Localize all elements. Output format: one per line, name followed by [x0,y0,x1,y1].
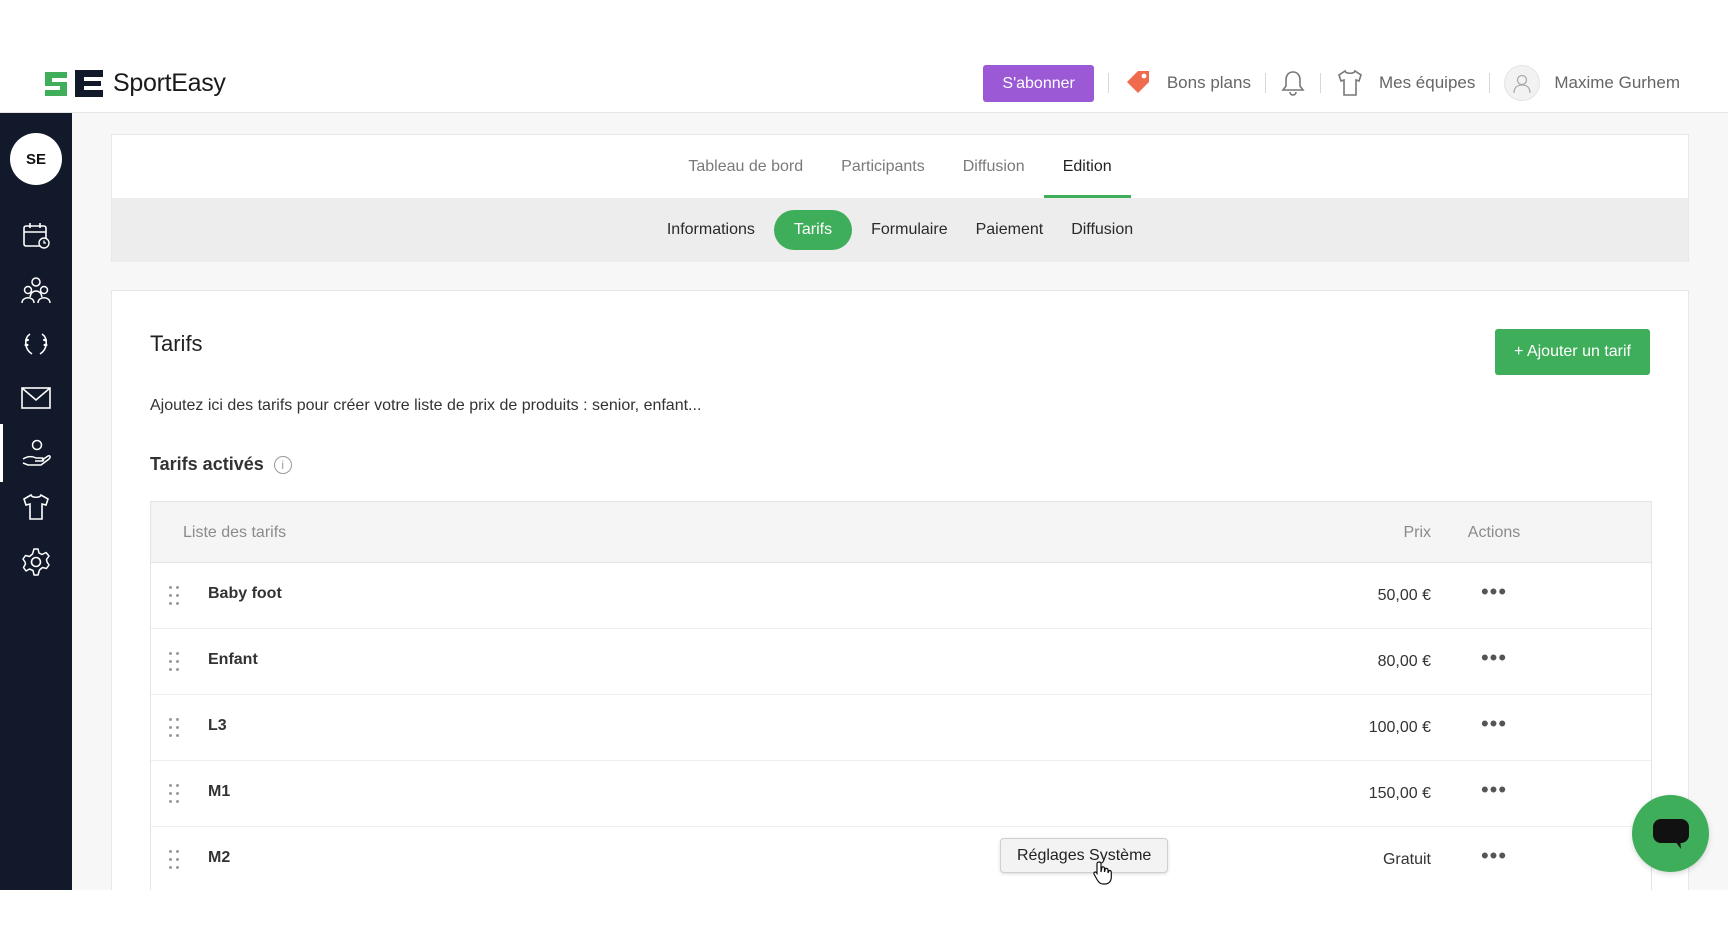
shirt-icon [23,493,49,520]
hand-cursor-icon [1093,861,1112,885]
chat-bubble-icon [1652,818,1689,849]
members-icon [21,277,51,304]
tarif-name: L3 [208,717,227,734]
subtab-diffusion[interactable]: Diffusion [1062,210,1142,250]
subtab-formulaire[interactable]: Formulaire [862,210,956,250]
edition-subtabs: Informations Tarifs Formulaire Paiement … [112,198,1688,262]
club-logo[interactable]: SE [10,133,62,185]
deals-label: Bons plans [1166,73,1251,92]
left-sidebar: SE [0,113,72,890]
tarif-name: Baby foot [208,585,282,602]
page-title: Tarifs [150,331,203,356]
table-row: Baby foot 50,00 € ••• [151,563,1651,629]
shirt-icon [1335,68,1365,98]
subtab-informations[interactable]: Informations [658,210,764,250]
drag-handle-icon[interactable] [169,718,181,738]
notifications-button[interactable] [1280,69,1306,97]
chat-support-button[interactable] [1632,795,1709,872]
sidebar-item-competitions[interactable] [0,315,72,373]
section-title: Tarifs activés i [150,454,292,475]
trophy-laurel-icon [24,333,48,355]
tab-dashboard[interactable]: Tableau de bord [669,135,822,198]
bottom-blank-area [0,890,1728,948]
deals-link[interactable]: Bons plans [1123,68,1251,98]
app-frame: SportEasy S'abonner Bons plans Mes équip… [0,0,1728,948]
main-tabs: Tableau de bord Participants Diffusion E… [112,135,1688,198]
sidebar-item-equipment[interactable] [0,478,72,536]
row-actions-menu-icon[interactable]: ••• [1451,843,1537,869]
table-header: Liste des tarifs Prix Actions [151,502,1651,563]
drag-handle-icon[interactable] [169,850,181,870]
settings-gear-icon [22,548,50,576]
tarif-name: Enfant [208,651,258,668]
sidebar-item-messages[interactable] [0,369,72,427]
hand-user-icon [22,439,51,466]
tarif-price: 100,00 € [1368,719,1431,736]
column-header-name: Liste des tarifs [183,524,287,541]
sidebar-item-registrations[interactable] [0,424,72,482]
add-tarif-button[interactable]: + Ajouter un tarif [1495,329,1650,375]
tarif-price: Gratuit [1382,851,1431,868]
main-content: Tableau de bord Participants Diffusion E… [72,113,1728,890]
calendar-icon [23,223,50,249]
column-header-actions: Actions [1467,524,1521,541]
user-avatar-icon [1504,65,1541,101]
tarif-price: 80,00 € [1377,653,1431,670]
tarif-name: M1 [208,783,231,800]
sidebar-item-members[interactable] [0,261,72,319]
tarif-price: 150,00 € [1368,785,1431,802]
user-name: Maxime Gurhem [1554,73,1680,92]
sporteasy-logo[interactable]: SportEasy [43,66,226,100]
system-settings-tooltip: Réglages Système [1000,838,1169,873]
tab-diffusion[interactable]: Diffusion [944,135,1044,198]
tarif-price: 50,00 € [1377,587,1431,604]
subtab-tarifs[interactable]: Tarifs [773,210,853,250]
teams-link[interactable]: Mes équipes [1335,68,1475,98]
top-header: SportEasy S'abonner Bons plans Mes équip… [0,0,1728,113]
divider [1319,73,1321,93]
tarifs-description: Ajoutez ici des tarifs pour créer votre … [150,397,702,414]
event-tabs-card: Tableau de bord Participants Diffusion E… [111,134,1689,262]
row-actions-menu-icon[interactable]: ••• [1451,579,1537,605]
sidebar-item-calendar[interactable] [0,206,72,264]
tarifs-card: Tarifs + Ajouter un tarif Ajoutez ici de… [111,290,1689,890]
tab-participants[interactable]: Participants [822,135,944,198]
row-actions-menu-icon[interactable]: ••• [1451,645,1537,671]
drag-handle-icon[interactable] [169,586,181,606]
drag-handle-icon[interactable] [169,652,181,672]
info-icon[interactable]: i [273,455,292,474]
subscribe-button[interactable]: S'abonner [983,64,1094,102]
divider [1264,73,1266,93]
bell-icon [1280,69,1306,97]
drag-handle-icon[interactable] [169,784,181,804]
row-actions-menu-icon[interactable]: ••• [1451,711,1537,737]
table-row: L3 100,00 € ••• [151,695,1651,761]
price-tag-icon [1123,68,1153,98]
divider [1489,73,1491,93]
header-actions: S'abonner Bons plans Mes équipes Maxime … [983,64,1680,102]
sporteasy-logo-mark [45,70,103,97]
table-row: M1 150,00 € ••• [151,761,1651,827]
tarifs-table: Liste des tarifs Prix Actions Baby foot … [150,501,1652,890]
tab-edition[interactable]: Edition [1043,135,1131,198]
club-logo-text: SE [25,150,46,168]
row-actions-menu-icon[interactable]: ••• [1451,777,1537,803]
table-row: Enfant 80,00 € ••• [151,629,1651,695]
column-header-price: Prix [1403,524,1431,541]
subtab-paiement[interactable]: Paiement [967,210,1053,250]
tarif-name: M2 [208,849,231,866]
table-row: M2 Gratuit ••• [151,827,1651,890]
user-menu[interactable]: Maxime Gurhem [1504,65,1680,101]
mail-icon [21,387,51,409]
brand-name: SportEasy [113,68,226,97]
section-title-text: Tarifs activés [150,454,264,474]
divider [1107,73,1109,93]
teams-label: Mes équipes [1378,73,1476,92]
sidebar-item-settings[interactable] [0,533,72,591]
